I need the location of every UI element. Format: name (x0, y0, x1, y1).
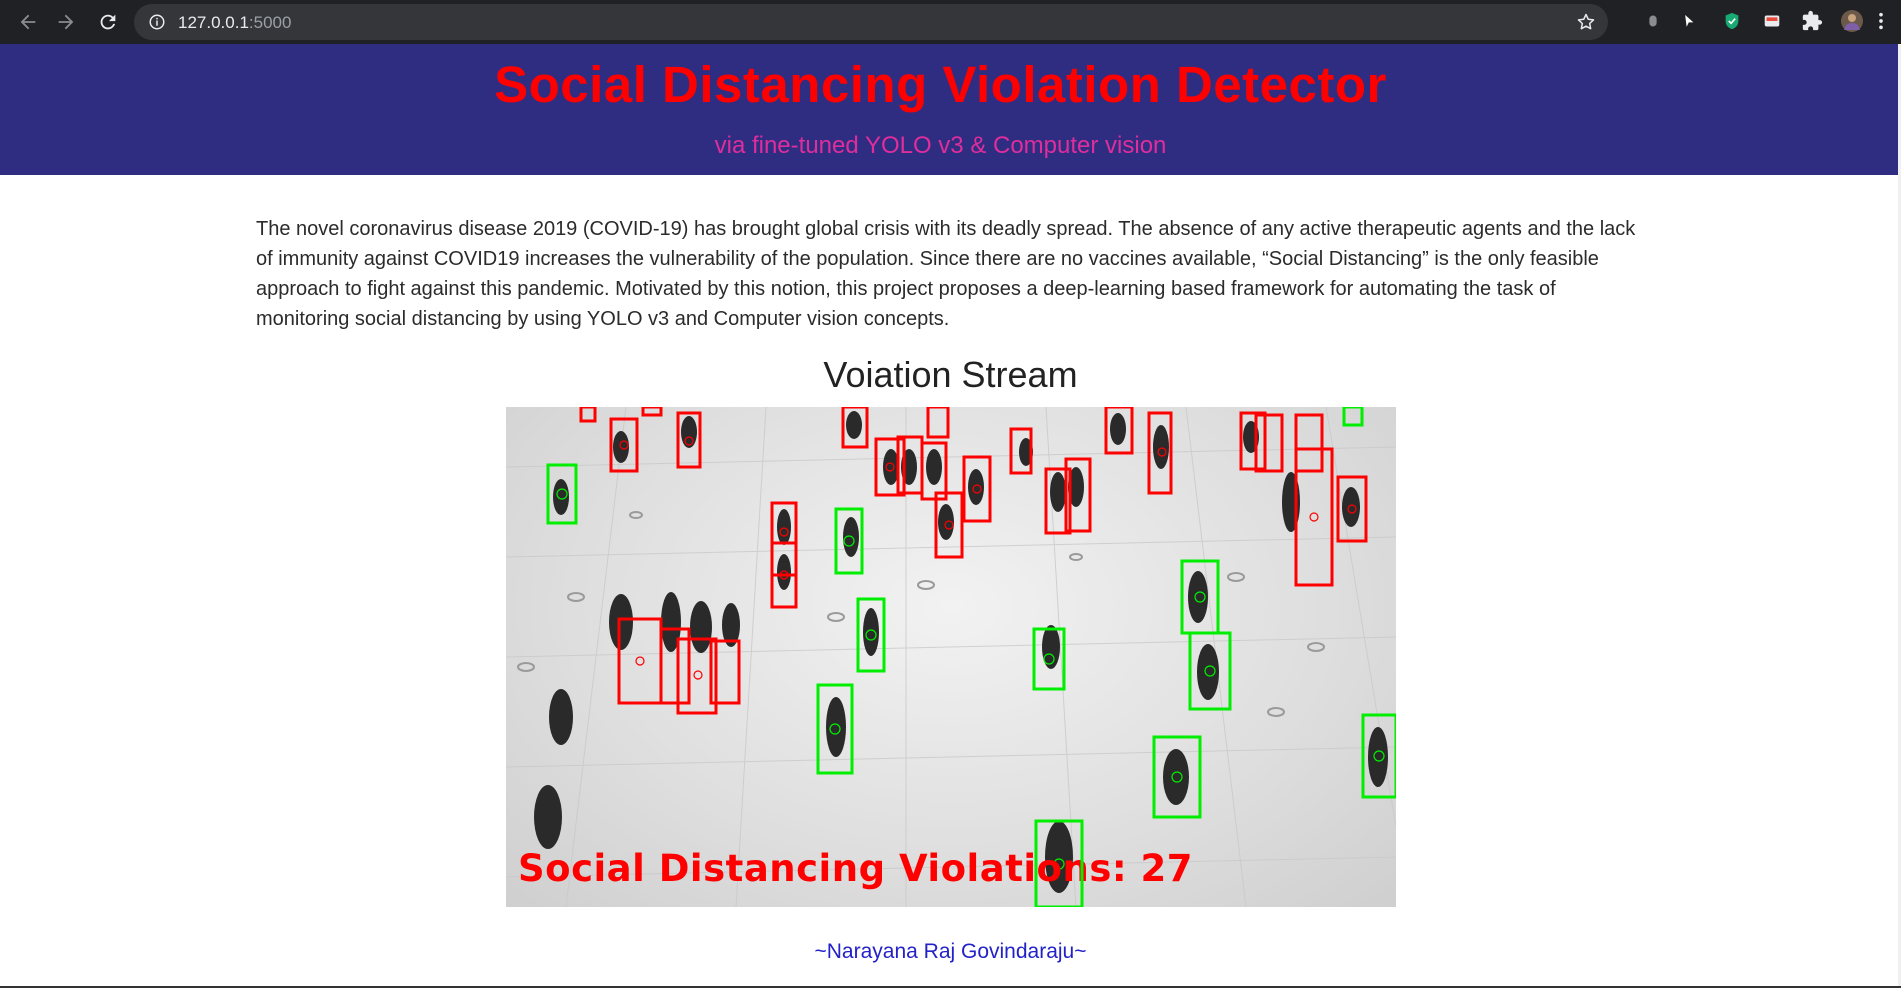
back-arrow-icon[interactable] (14, 8, 42, 36)
detection-overlay (506, 407, 1396, 907)
intro-paragraph: The novel coronavirus disease 2019 (COVI… (256, 218, 1636, 330)
page-header: Social Distancing Violation Detector via… (0, 44, 1901, 175)
shield-extension-icon[interactable] (1721, 10, 1743, 32)
extensions-puzzle-icon[interactable] (1801, 10, 1823, 32)
profile-avatar-icon[interactable] (1841, 10, 1863, 32)
page-subtitle: via fine-tuned YOLO v3 & Computer vision (714, 132, 1167, 159)
screenshot-extension-icon[interactable] (1761, 10, 1783, 32)
author-credit: ~Narayana Raj Govindaraju~ (814, 940, 1087, 963)
stream-heading: Voiation Stream (823, 354, 1078, 395)
browser-toolbar: 127.0.0.1:5000 (0, 0, 1901, 44)
forward-arrow-icon[interactable] (52, 8, 80, 36)
menu-dots-icon[interactable] (1876, 10, 1886, 32)
cursor-extension-icon[interactable] (1679, 10, 1701, 32)
url-text: 127.0.0.1:5000 (178, 13, 292, 32)
reload-icon[interactable] (94, 8, 122, 36)
site-info-icon[interactable] (148, 13, 166, 31)
bookmark-star-icon[interactable] (1576, 12, 1596, 32)
violation-stream-video: Social Distancing Violations: 27 (506, 407, 1396, 907)
page-title: Social Distancing Violation Detector (494, 56, 1387, 113)
violation-count-overlay: Social Distancing Violations: 27 (518, 847, 1194, 890)
extension-icon[interactable] (1642, 10, 1664, 32)
address-bar[interactable]: 127.0.0.1:5000 (134, 4, 1608, 40)
